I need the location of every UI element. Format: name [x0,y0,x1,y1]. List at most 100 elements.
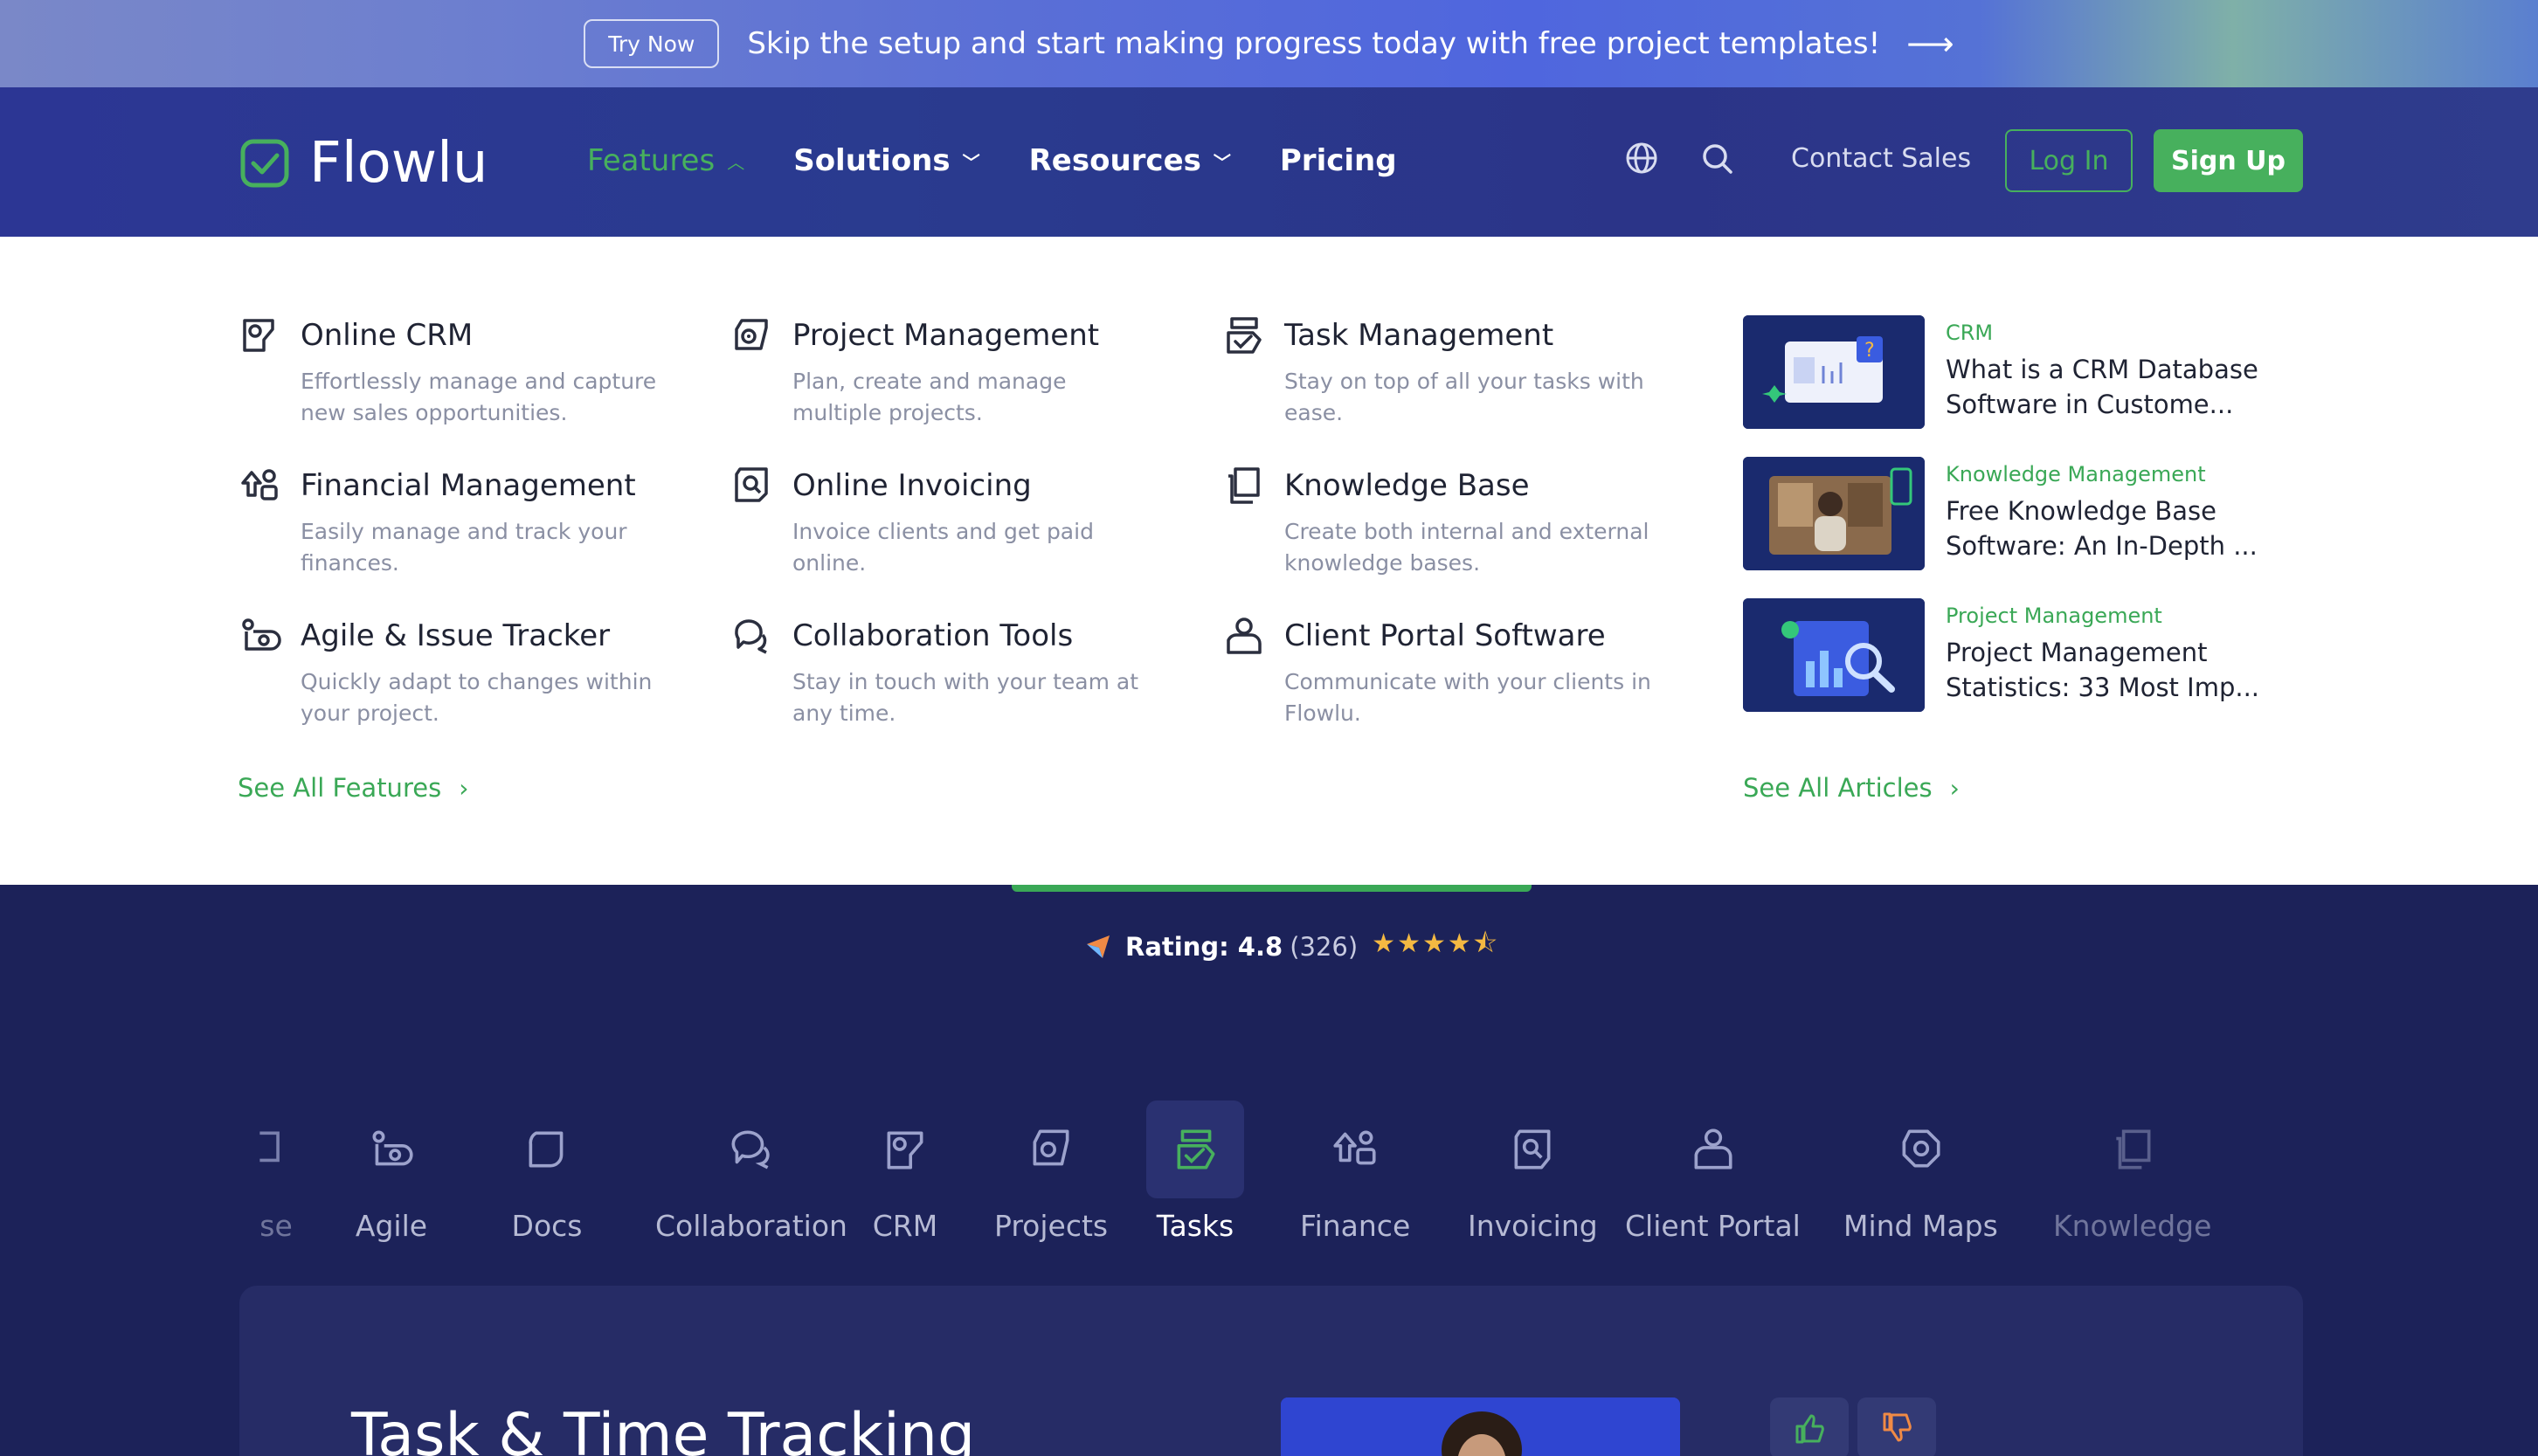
tab-label: se [259,1209,293,1243]
tab-invoicing[interactable]: Invoicing [1468,1101,1598,1243]
arrow-right-icon[interactable]: ⟶ [1906,24,1954,63]
knowledge-icon [1228,467,1260,504]
nav-pricing[interactable]: Pricing [1280,143,1397,178]
finance-icon [241,469,278,500]
tab-collaboration[interactable]: Collaboration [655,1101,847,1243]
article-thumbnail: ? [1743,315,1925,429]
banner-text[interactable]: Skip the setup and start making progress… [747,26,1880,61]
feature-financial-management[interactable]: Financial Management Easily manage and t… [238,464,674,579]
thumbs-up-icon [1795,1414,1824,1444]
signup-button[interactable]: Sign Up [2154,129,2303,192]
article-card[interactable]: ? CRM What is a CRM Database Software in… [1743,315,2355,429]
panel-title: Task & Time Tracking [351,1401,976,1456]
tab-client-portal[interactable]: Client Portal [1625,1101,1801,1243]
tab-agile[interactable]: Agile [342,1101,440,1243]
features-mega-menu: Online CRM Effortlessly manage and captu… [0,237,2538,885]
feature-collaboration-tools[interactable]: Collaboration Tools Stay in touch with y… [730,614,1166,729]
tab-crm[interactable]: CRM [856,1101,954,1243]
capterra-icon [1087,935,1110,958]
thumbs-down-button[interactable] [1857,1397,1936,1456]
tab-icon-box [498,1101,596,1198]
try-now-button[interactable]: Try Now [584,19,720,68]
task-icon [1227,317,1262,354]
client-portal-icon [1227,618,1262,654]
tab-icon-box [1002,1101,1100,1198]
feature-online-crm[interactable]: Online CRM Effortlessly manage and captu… [238,314,674,429]
see-all-features-link[interactable]: See All Features › [238,773,468,803]
article-card[interactable]: Knowledge Management Free Knowledge Base… [1743,457,2355,570]
article-title[interactable]: What is a CRM Database Software in Custo… [1946,352,2278,422]
crm-database-illustration-icon: ? [1743,315,1925,429]
svg-text:?: ? [1864,340,1875,362]
nav-resources[interactable]: Resources ﹀ [1029,143,1231,178]
tab-projects[interactable]: Projects [994,1101,1108,1243]
article-title[interactable]: Free Knowledge Base Software: An In-Dept… [1946,493,2278,563]
crm-icon [887,1131,923,1170]
tab-icon-box [1146,1101,1244,1198]
rating-count: (326) [1290,931,1359,962]
collab-icon [735,619,767,654]
invoice-icon [735,467,768,502]
feature-task-management[interactable]: Task Management Stay on top of all your … [1221,314,1658,429]
invoice-icon [1514,1129,1551,1170]
tab-finance[interactable]: Finance [1300,1101,1410,1243]
article-card[interactable]: Project Management Project Management St… [1743,598,2355,712]
thumbs-down-icon [1883,1412,1912,1442]
article-title[interactable]: Project Management Statistics: 33 Most I… [1946,635,2278,705]
tab-label: Tasks [1156,1209,1234,1243]
mindmap-icon [1902,1129,1940,1168]
tab-knowledge[interactable]: Knowledge [2053,1101,2211,1243]
logo[interactable]: Flowlu [238,131,488,196]
statistics-illustration-icon [1743,598,1925,712]
feature-agile-issue-tracker[interactable]: Agile & Issue Tracker Quickly adapt to c… [238,614,674,729]
tab-icon-box [245,1101,325,1198]
feature-online-invoicing[interactable]: Online Invoicing Invoice clients and get… [730,464,1166,579]
knowledge-icon [2116,1129,2151,1170]
tab-tasks[interactable]: Tasks [1146,1101,1244,1243]
login-button[interactable]: Log In [2005,129,2133,192]
article-thumbnail [1743,457,1925,570]
person-photo-icon [1281,1397,1680,1456]
feature-knowledge-base[interactable]: Knowledge Base Create both internal and … [1221,464,1658,579]
tab-se[interactable]: se [245,1101,325,1243]
partial-icon [259,1131,280,1163]
tab-docs[interactable]: Docs [498,1101,596,1243]
tab-label: Invoicing [1468,1209,1598,1243]
nav-solutions[interactable]: Solutions ﹀ [793,143,979,178]
article-category[interactable]: Knowledge Management [1946,462,2278,486]
promo-banner: Try Now Skip the setup and start making … [0,0,2538,87]
article-thumbnail [1743,598,1925,712]
cta-button-edge[interactable] [1012,885,1532,892]
agile-icon [372,1130,413,1166]
tab-icon-box [342,1101,440,1198]
tab-label: Docs [511,1209,583,1243]
tab-icon-box [856,1101,954,1198]
tab-label: Agile [355,1209,428,1243]
chevron-up-icon: ︿ [727,151,745,173]
globe-icon[interactable] [1625,141,1658,175]
star-rating-icon: ★★★★⯪ [1372,928,1500,959]
feature-tabs: se Agile Docs Collaboration CRM Projects Tasks… [245,1101,2312,1249]
tab-icon-box [2084,1101,2182,1198]
main-nav: Features ︿ Solutions ﹀ Resources ﹀ Pricing [587,143,1446,178]
article-category[interactable]: Project Management [1946,604,2278,628]
panel-image [1281,1397,1680,1456]
tab-icon-box [702,1101,800,1198]
search-icon[interactable] [1700,141,1735,176]
article-category[interactable]: CRM [1946,321,2278,345]
docs-icon [529,1131,564,1168]
project-icon [1033,1129,1069,1166]
tab-mind-maps[interactable]: Mind Maps [1843,1101,1998,1243]
chevron-right-icon: › [459,773,469,803]
nav-features[interactable]: Features ︿ [587,143,744,178]
tab-icon-box [1663,1101,1761,1198]
feature-client-portal[interactable]: Client Portal Software Communicate with … [1221,614,1658,729]
feature-project-management[interactable]: Project Management Plan, create and mana… [730,314,1166,429]
crm-icon [243,319,274,352]
thumbs-up-button[interactable] [1770,1397,1849,1456]
feature-panel: Task & Time Tracking [239,1286,2303,1456]
see-all-articles-link[interactable]: See All Articles › [1743,773,1960,803]
knowledge-base-illustration-icon [1743,457,1925,570]
client-portal-icon [1694,1128,1732,1170]
contact-sales-link[interactable]: Contact Sales [1791,143,1971,174]
